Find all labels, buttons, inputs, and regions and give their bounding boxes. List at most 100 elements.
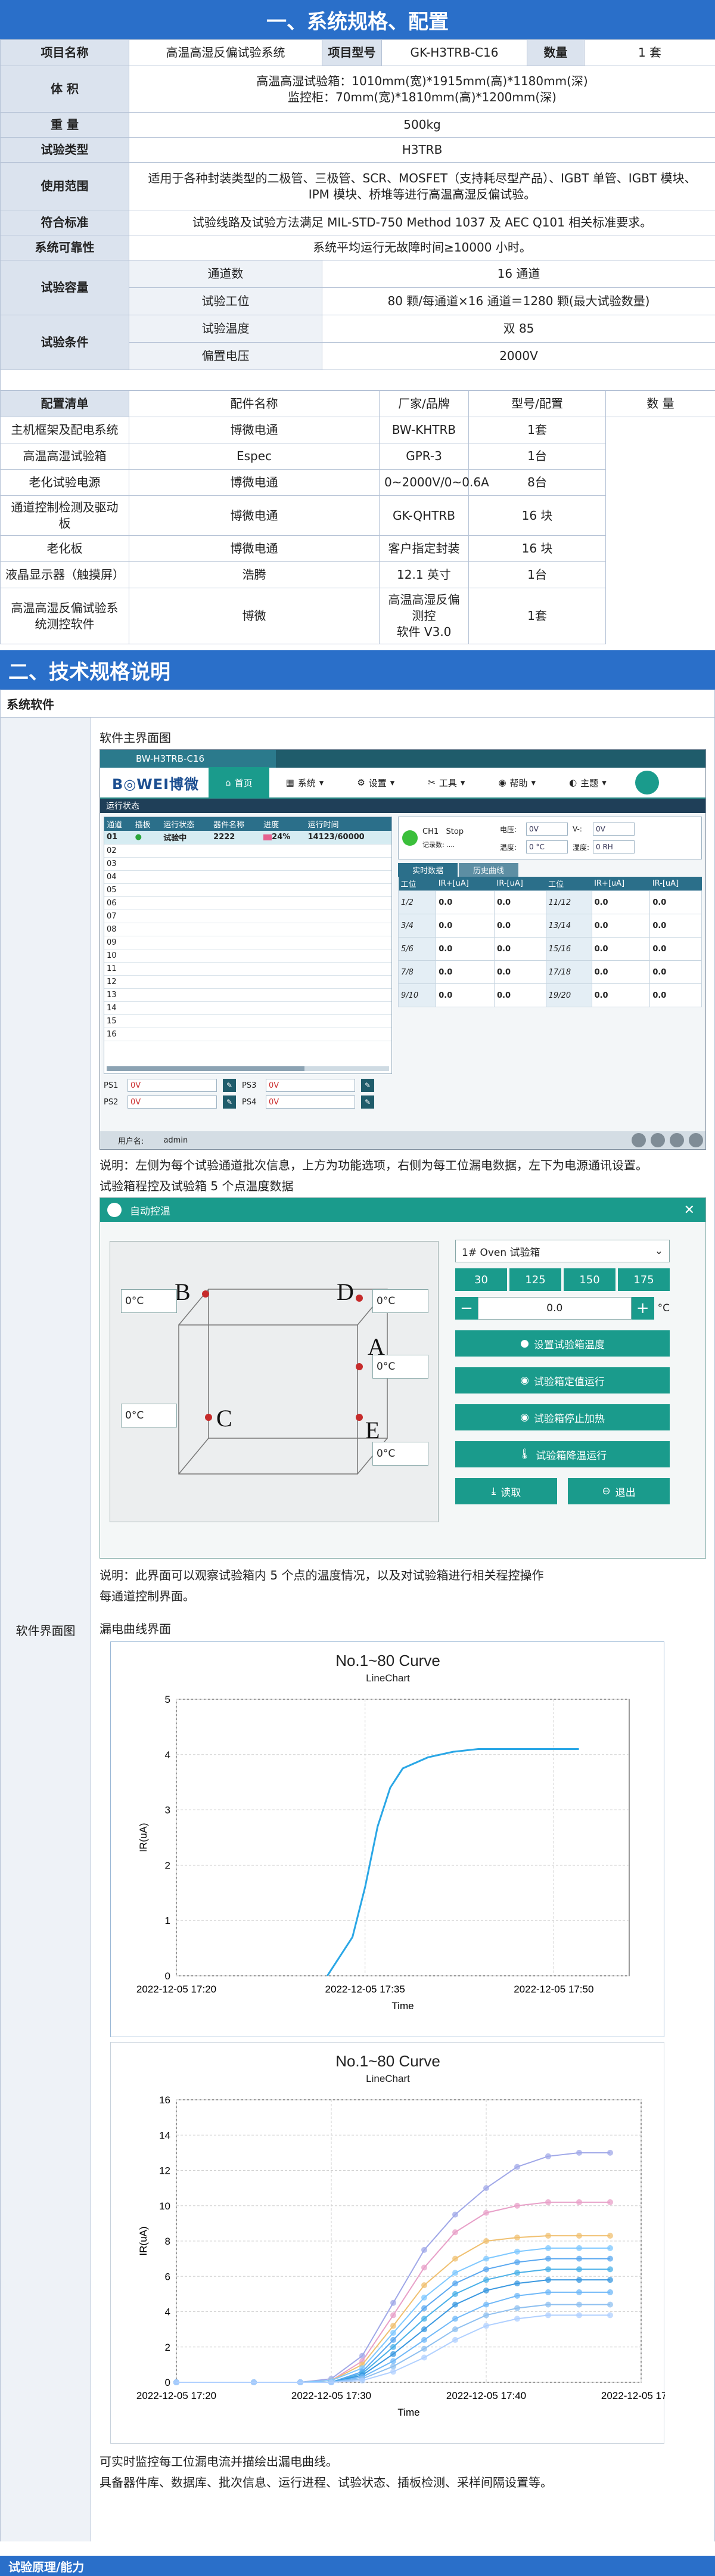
channel-column-header[interactable]: 通道 <box>104 817 133 831</box>
edit-icon[interactable]: ✎ <box>361 1095 374 1109</box>
nav-tools[interactable]: ✂ 工具 ▾ <box>411 767 481 798</box>
channel-row[interactable]: 12 <box>104 975 391 989</box>
data-point <box>607 2266 613 2273</box>
config-cell: 高温高湿反偏测控 软件 V3.0 <box>379 588 469 644</box>
label-config: 配置清单 <box>0 390 129 417</box>
y-tick-label: 4 <box>165 1749 170 1761</box>
channel-column-header[interactable]: 进度 <box>261 817 306 831</box>
data-point <box>545 2301 551 2308</box>
data-point <box>607 2233 613 2239</box>
channel-row[interactable]: 11 <box>104 962 391 976</box>
edit-icon[interactable]: ✎ <box>223 1079 236 1092</box>
channel-row[interactable]: 06 <box>104 896 391 910</box>
data-point <box>483 2185 489 2192</box>
data-point <box>390 2351 396 2357</box>
section2-title: 二、技术规格说明 <box>0 650 715 690</box>
channel-column-header[interactable]: 插板 <box>132 817 161 831</box>
read-button[interactable]: ⤓ 读取 <box>455 1478 557 1504</box>
channel-column-header[interactable]: 运行时间 <box>305 817 391 831</box>
horizontal-scrollbar[interactable] <box>107 1066 389 1071</box>
exit-button[interactable]: ⊖ 退出 <box>568 1478 670 1504</box>
channel-cell <box>261 1001 306 1015</box>
value-name: 高温高湿反偏试验系统 <box>129 39 322 66</box>
main-note: 说明：左侧为每个试验通道批次信息，上方为功能选项，右侧为每工位漏电数据，左下为电… <box>100 1158 648 1172</box>
preset-150-button[interactable]: 150 <box>564 1268 615 1291</box>
config-cell: 博微 <box>129 588 380 644</box>
temp-setpoint-field[interactable]: 0.0 <box>478 1297 632 1320</box>
status-circle-icon[interactable] <box>670 1133 684 1147</box>
channel-row[interactable]: 08 <box>104 923 391 936</box>
status-circle-icon[interactable] <box>651 1133 665 1147</box>
preset-175-button[interactable]: 175 <box>618 1268 670 1291</box>
ps-input[interactable]: 0V <box>266 1079 355 1092</box>
leak-cell: 19/20 <box>545 983 592 1007</box>
set-temp-button[interactable]: ● 设置试验箱温度 <box>455 1330 670 1357</box>
run-fixed-button[interactable]: ◉ 试验箱定值运行 <box>455 1367 670 1393</box>
cool-down-button[interactable]: 🌡 试验箱降温运行 <box>455 1441 670 1467</box>
channel-column-header[interactable]: 器件名称 <box>211 817 262 831</box>
tab-realtime[interactable]: 实时数据 <box>398 863 458 877</box>
channel-column-header[interactable]: 运行状态 <box>161 817 212 831</box>
status-circle-icon[interactable] <box>632 1133 646 1147</box>
preset-30-button[interactable]: 30 <box>455 1268 507 1291</box>
plus-button[interactable]: + <box>631 1297 654 1320</box>
temp-caption: 试验箱程控及试验箱 5 个点温度数据 <box>100 1179 294 1193</box>
config-cell: Espec <box>129 443 380 470</box>
chamber-diagram: B D A C E 0°C 0°C 0°C 0°C 0°C <box>110 1241 439 1522</box>
voltage-field[interactable]: 0V <box>526 823 568 836</box>
channel-row[interactable]: 03 <box>104 857 391 871</box>
oven-select[interactable]: 1# Oven 试验箱 ⌄ <box>455 1240 670 1262</box>
point-d-temp: 0°C <box>372 1289 428 1313</box>
leak-cell: 1/2 <box>397 890 437 914</box>
channel-cell <box>305 857 391 871</box>
minus-button[interactable]: − <box>455 1297 478 1320</box>
nav-home[interactable]: ⌂ 首页 <box>209 767 269 798</box>
nav-settings[interactable]: ⚙ 设置 ▾ <box>340 767 411 798</box>
close-icon[interactable]: ✕ <box>684 1203 695 1218</box>
channel-row[interactable]: 13 <box>104 988 391 1002</box>
edit-icon[interactable]: ✎ <box>223 1095 236 1109</box>
channel-cell: 04 <box>104 870 133 884</box>
temp-field[interactable]: 0 °C <box>526 840 568 854</box>
channel-cell <box>305 975 391 989</box>
tab-history[interactable]: 历史曲线 <box>459 863 519 877</box>
ps-input[interactable]: 0V <box>266 1095 355 1109</box>
v-minus-field[interactable]: 0V <box>593 823 635 836</box>
data-point <box>514 2316 520 2322</box>
channel-row[interactable]: 15 <box>104 1014 391 1028</box>
data-point <box>390 2358 396 2364</box>
channel-row[interactable]: 14 <box>104 1001 391 1015</box>
channel-row[interactable]: 16 <box>104 1028 391 1041</box>
home-icon: ⌂ <box>225 777 231 788</box>
channel-row[interactable]: 04 <box>104 870 391 884</box>
channel-row[interactable]: 01 ● 试验中 2222 24% 14123/60000 <box>104 831 391 845</box>
user-label: 用户名: <box>118 1137 144 1146</box>
edit-icon[interactable]: ✎ <box>361 1079 374 1092</box>
thermometer-icon: 🌡 <box>518 1448 531 1460</box>
stop-heating-button[interactable]: ◉ 试验箱停止加热 <box>455 1404 670 1430</box>
nav-system[interactable]: ▦ 系统 ▾ <box>269 767 341 798</box>
config-cell: 主机框架及配电系统 <box>0 417 129 443</box>
ps-input[interactable]: 0V <box>128 1095 217 1109</box>
channel-row[interactable]: 07 <box>104 910 391 923</box>
preset-125-button[interactable]: 125 <box>509 1268 561 1291</box>
tools-icon: ✂ <box>428 777 436 788</box>
channel-row[interactable]: 10 <box>104 949 391 963</box>
status-circle-icon[interactable] <box>689 1133 703 1147</box>
humidity-field[interactable]: 0 RH <box>593 840 635 854</box>
point-d-dot <box>356 1295 363 1302</box>
channel-row[interactable]: 05 <box>104 883 391 897</box>
channel-row[interactable]: 09 <box>104 936 391 949</box>
app-logo: B◎WEI博微 <box>112 775 200 793</box>
data-point <box>514 2270 520 2276</box>
window-tab[interactable]: BW-H3TRB-C16 <box>100 750 276 768</box>
ps-input[interactable]: 0V <box>128 1079 217 1092</box>
channel-cell <box>261 923 306 936</box>
data-point <box>452 2211 458 2218</box>
data-point <box>607 2245 613 2251</box>
nav-theme[interactable]: ◐ 主题 ▾ <box>552 767 623 798</box>
channel-row[interactable]: 02 <box>104 844 391 858</box>
nav-help[interactable]: ◉ 帮助 ▾ <box>481 767 552 798</box>
user-avatar-icon[interactable] <box>635 771 659 794</box>
channel-cell <box>261 1028 306 1041</box>
